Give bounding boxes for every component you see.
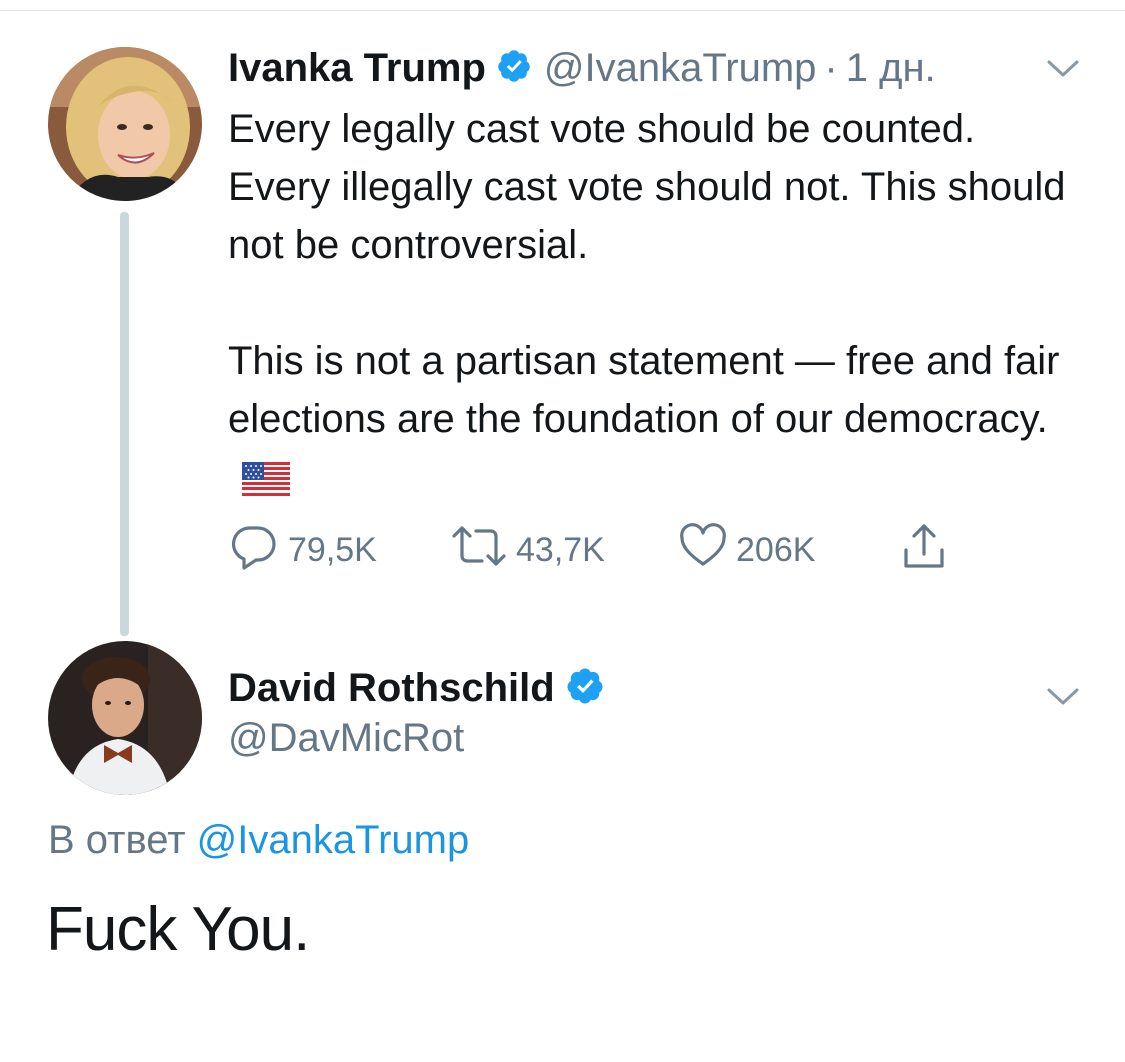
tweet-paragraph-2: This is not a partisan statement — free … (228, 332, 1088, 512)
thread-connector-line (120, 212, 129, 636)
author-handle[interactable]: @IvankaTrump (544, 46, 817, 91)
reply-count: 79,5K (288, 530, 377, 569)
tweet-actions: 79,5K 43,7K 206K (228, 522, 988, 578)
retweet-action[interactable]: 43,7K (450, 522, 605, 578)
tweet-body: Every legally cast vote should be counte… (228, 100, 1088, 512)
tweet-header: Ivanka Trump @IvankaTrump · 1 дн. (228, 42, 936, 94)
reply-action[interactable]: 79,5K (228, 522, 377, 578)
chevron-down-icon[interactable] (1046, 686, 1080, 713)
reply-author-handle[interactable]: @DavMicRot (228, 716, 464, 761)
verified-badge-icon (496, 48, 532, 89)
retweet-count: 43,7K (516, 530, 605, 569)
like-count: 206K (736, 530, 816, 569)
author-display-name[interactable]: Ivanka Trump (228, 46, 486, 91)
verified-badge-icon (565, 666, 605, 711)
reply-to-line: В ответ @IvankaTrump (48, 818, 469, 863)
tweet-paragraph-2-text: This is not a partisan statement — free … (228, 339, 1060, 441)
chevron-down-icon[interactable] (1046, 58, 1080, 85)
reply-body: Fuck You. (46, 895, 310, 964)
tweet-timestamp[interactable]: 1 дн. (846, 46, 936, 91)
retweet-icon (450, 520, 508, 581)
reply-to-label: В ответ (48, 818, 186, 862)
like-action[interactable]: 206K (678, 522, 815, 578)
reply-to-mention-link[interactable]: @IvankaTrump (197, 818, 470, 862)
ivanka-avatar[interactable] (48, 47, 202, 201)
share-icon (898, 520, 950, 581)
david-avatar[interactable] (48, 641, 202, 795)
reply-header: David Rothschild (228, 662, 605, 714)
reply-author-display-name[interactable]: David Rothschild (228, 666, 555, 711)
reply-icon (228, 520, 280, 581)
top-divider (0, 10, 1125, 11)
separator-dot: · (824, 45, 838, 90)
us-flag-emoji (242, 454, 290, 512)
heart-icon (678, 521, 728, 580)
tweet-paragraph-1: Every legally cast vote should be counte… (228, 107, 1066, 267)
share-action[interactable] (898, 522, 950, 578)
